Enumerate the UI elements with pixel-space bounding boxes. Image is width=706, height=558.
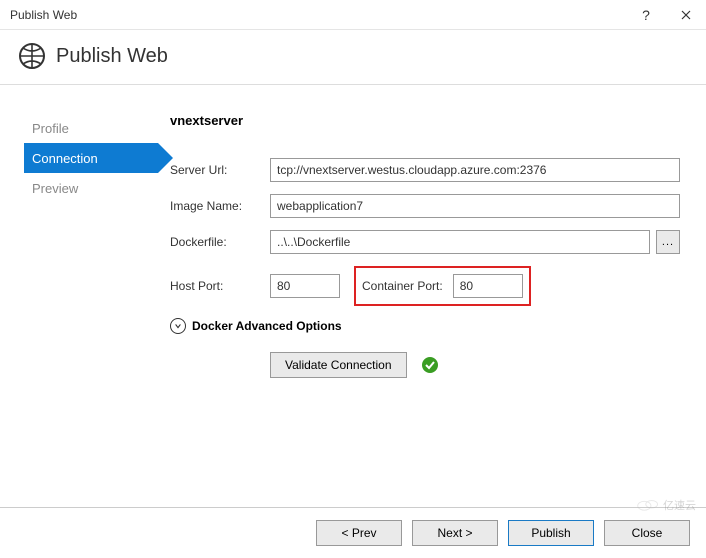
label-host-port: Host Port: xyxy=(170,279,270,293)
prev-button[interactable]: < Prev xyxy=(316,520,402,546)
footer: < Prev Next > Publish Close xyxy=(0,507,706,558)
row-server-url: Server Url: xyxy=(170,158,680,182)
label-container-port: Container Port: xyxy=(362,279,443,293)
help-button[interactable]: ? xyxy=(626,0,666,30)
docker-advanced-toggle[interactable]: Docker Advanced Options xyxy=(170,318,680,334)
profile-heading: vnextserver xyxy=(170,113,680,128)
header: Publish Web xyxy=(0,30,706,84)
titlebar: Publish Web ? xyxy=(0,0,706,30)
sidebar-item-profile[interactable]: Profile xyxy=(24,113,170,143)
close-icon xyxy=(681,10,691,20)
sidebar-item-label: Preview xyxy=(32,181,78,196)
advanced-label: Docker Advanced Options xyxy=(192,319,342,333)
close-footer-button[interactable]: Close xyxy=(604,520,690,546)
publish-button[interactable]: Publish xyxy=(508,520,594,546)
sidebar-item-preview[interactable]: Preview xyxy=(24,173,170,203)
image-name-input[interactable] xyxy=(270,194,680,218)
container-port-input[interactable] xyxy=(453,274,523,298)
window-title: Publish Web xyxy=(10,8,77,22)
server-url-input[interactable] xyxy=(270,158,680,182)
check-success-icon xyxy=(421,356,439,374)
label-server-url: Server Url: xyxy=(170,163,270,177)
page-title: Publish Web xyxy=(56,45,168,68)
main: vnextserver Server Url: Image Name: Dock… xyxy=(170,113,706,378)
chevron-down-icon xyxy=(170,318,186,334)
row-validate: Validate Connection xyxy=(270,352,680,378)
content: Profile Connection Preview vnextserver S… xyxy=(0,85,706,378)
browse-button[interactable]: ... xyxy=(656,230,680,254)
row-ports: Host Port: Container Port: xyxy=(170,266,680,306)
sidebar-item-label: Profile xyxy=(32,121,69,136)
close-button[interactable] xyxy=(666,0,706,30)
globe-icon xyxy=(18,42,46,70)
row-dockerfile: Dockerfile: ... xyxy=(170,230,680,254)
row-image-name: Image Name: xyxy=(170,194,680,218)
dockerfile-input[interactable] xyxy=(270,230,650,254)
host-port-input[interactable] xyxy=(270,274,340,298)
label-image-name: Image Name: xyxy=(170,199,270,213)
next-button[interactable]: Next > xyxy=(412,520,498,546)
validate-connection-button[interactable]: Validate Connection xyxy=(270,352,407,378)
sidebar-item-connection[interactable]: Connection xyxy=(24,143,158,173)
label-dockerfile: Dockerfile: xyxy=(170,235,270,249)
container-port-highlight: Container Port: xyxy=(354,266,531,306)
sidebar-item-label: Connection xyxy=(32,151,98,166)
sidebar: Profile Connection Preview xyxy=(0,113,170,378)
